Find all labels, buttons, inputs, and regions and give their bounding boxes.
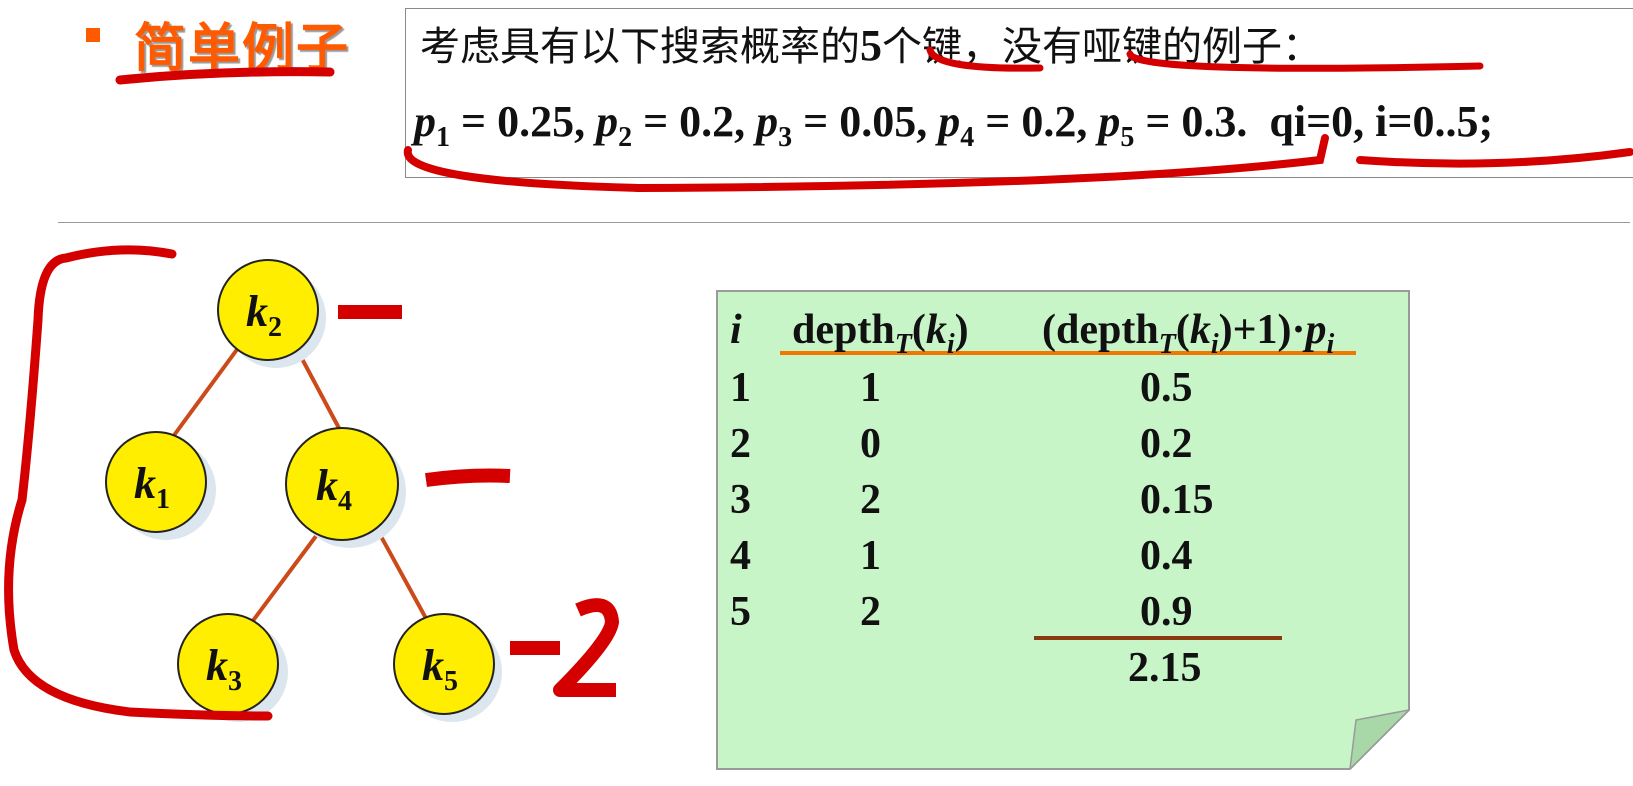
depth-mark-2-digit	[553, 598, 619, 697]
row-3-i: 3	[730, 477, 751, 523]
row-2-depth: 0	[860, 421, 881, 467]
row-2-i: 2	[730, 421, 751, 467]
cost-table-note	[716, 290, 1410, 770]
header-annotations	[115, 46, 1633, 193]
edge-k2-k1	[170, 338, 246, 440]
divider-line	[58, 222, 1630, 223]
node-k2: k2	[217, 259, 319, 361]
header-depth: depthT(ki)	[792, 307, 969, 360]
row-2-cost: 0.2	[1140, 421, 1193, 467]
row-3-depth: 2	[860, 477, 881, 523]
note-folded-corner	[1349, 709, 1410, 770]
row-4-i: 4	[730, 533, 751, 579]
note-background	[716, 290, 1410, 770]
row-1-i: 1	[730, 365, 751, 411]
count-underline-stroke	[926, 46, 1044, 72]
total-cost: 2.15	[1128, 645, 1202, 691]
header-i: i	[730, 307, 742, 353]
bst-diagram: k2 k1 k4 k3 k5	[4, 245, 619, 722]
row-1-cost: 0.5	[1140, 365, 1193, 411]
node-k3: k3	[177, 613, 279, 715]
row-5-i: 5	[730, 589, 751, 635]
node-k5: k5	[393, 613, 495, 715]
dummy-underline-stroke	[1126, 50, 1484, 72]
row-5-cost: 0.9	[1140, 589, 1193, 635]
node-k1: k1	[105, 431, 207, 533]
row-1-depth: 1	[860, 365, 881, 411]
row-4-depth: 1	[860, 533, 881, 579]
row-4-cost: 0.4	[1140, 533, 1193, 579]
row-3-cost: 0.15	[1140, 477, 1214, 523]
probabilities-brace-stroke	[403, 134, 1329, 193]
title-underline-stroke	[115, 67, 335, 85]
qi-underline-stroke	[1356, 148, 1633, 168]
header-cost: (depthT(ki)+1)·pi	[1042, 307, 1335, 360]
row-5-depth: 2	[860, 589, 881, 635]
node-k4: k4	[285, 427, 399, 541]
depth-mark-1	[425, 468, 511, 487]
